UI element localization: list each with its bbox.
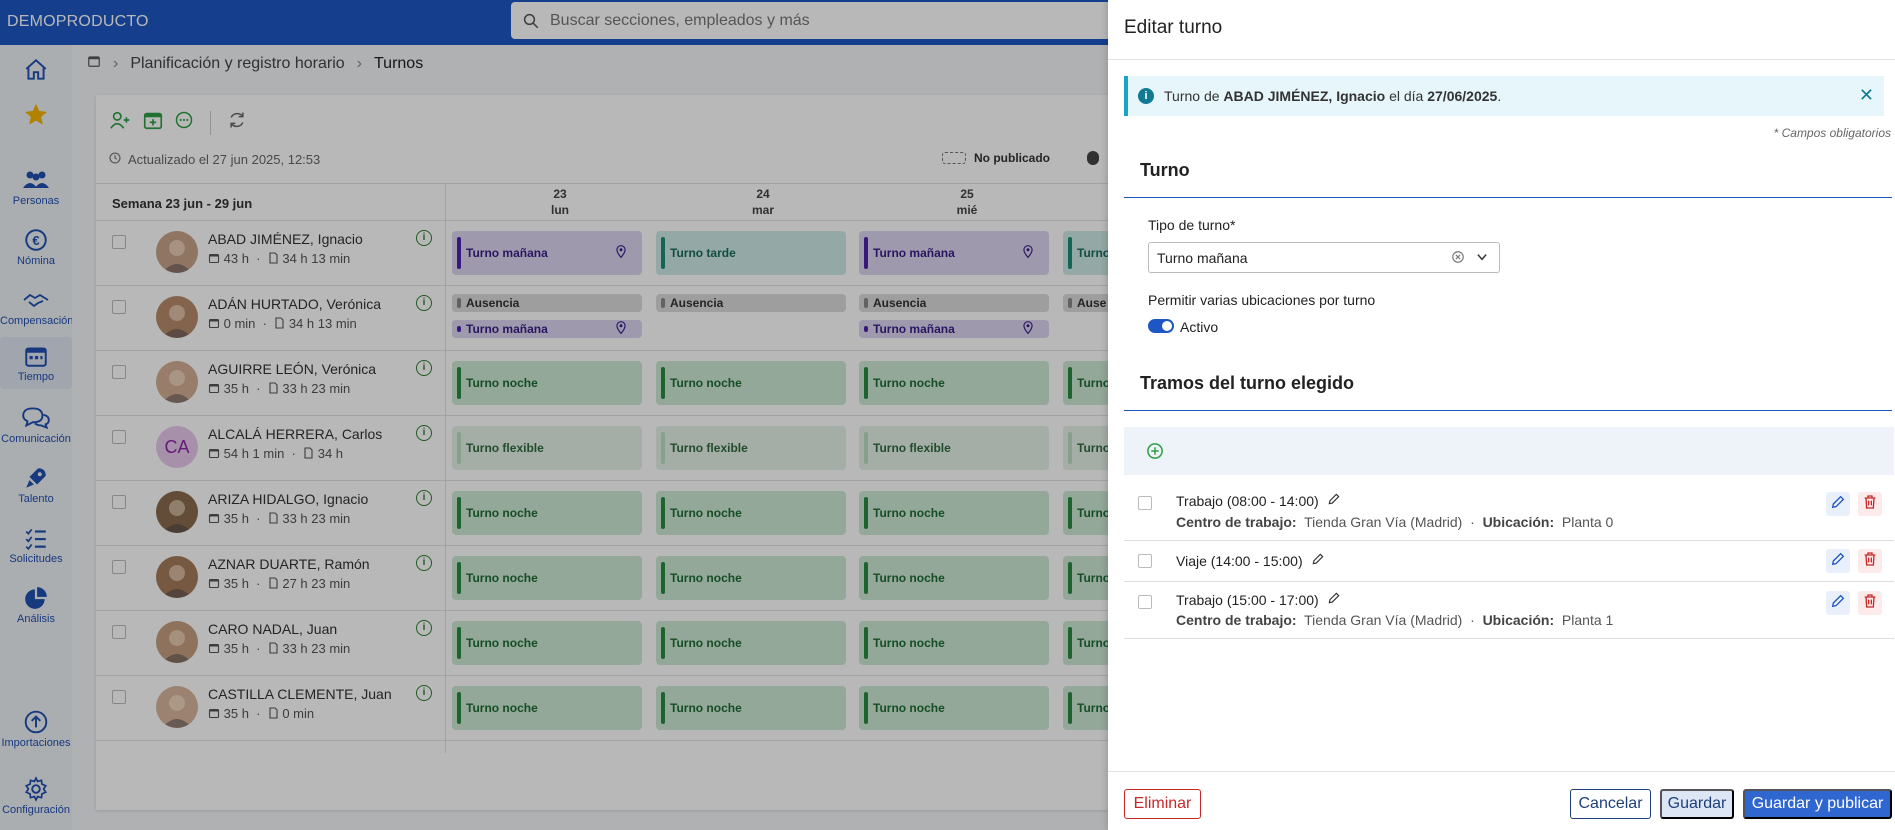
add-segment-bar [1124, 427, 1894, 475]
trash-icon [1862, 494, 1878, 515]
edit-segment-button[interactable] [1826, 492, 1850, 516]
drawer-title: Editar turno [1124, 17, 1223, 38]
save-button[interactable]: Guardar [1660, 789, 1734, 819]
segment-checkbox[interactable] [1138, 595, 1152, 609]
info-alert: i Turno de ABAD JIMÉNEZ, Ignacio el día … [1124, 76, 1884, 116]
required-note: * Campos obligatorios [1773, 126, 1891, 140]
segment-row: Trabajo (15:00 - 17:00) Centro de trabaj… [1124, 582, 1894, 639]
add-segment-icon[interactable] [1146, 442, 1164, 465]
shift-type-value: Turno mañana [1157, 249, 1248, 266]
pencil-icon[interactable] [1311, 552, 1325, 569]
delete-segment-button[interactable] [1858, 492, 1882, 516]
pencil-icon[interactable] [1327, 591, 1341, 608]
segment-title: Trabajo (15:00 - 17:00) [1176, 591, 1341, 608]
delete-button[interactable]: Eliminar [1124, 789, 1201, 819]
delete-segment-button[interactable] [1858, 591, 1882, 615]
chevron-down-icon[interactable] [1475, 250, 1489, 267]
trash-icon [1862, 593, 1878, 614]
cancel-button[interactable]: Cancelar [1570, 789, 1651, 819]
divider [1108, 771, 1895, 772]
divider [1108, 59, 1895, 60]
trash-icon [1862, 551, 1878, 572]
delete-segment-button[interactable] [1858, 549, 1882, 573]
section-divider [1124, 410, 1892, 411]
multi-location-label: Permitir varias ubicaciones por turno [1148, 292, 1376, 308]
modal-overlay[interactable] [0, 0, 1108, 830]
segment-row: Trabajo (08:00 - 14:00) Centro de trabaj… [1124, 476, 1894, 541]
shift-type-select[interactable]: Turno mañana [1148, 242, 1500, 273]
segment-title: Viaje (14:00 - 15:00) [1176, 552, 1325, 569]
info-icon: i [1138, 88, 1154, 104]
edit-segment-button[interactable] [1826, 591, 1850, 615]
segment-row: Viaje (14:00 - 15:00) [1124, 541, 1894, 582]
section-divider [1124, 197, 1892, 198]
clear-icon[interactable] [1451, 250, 1465, 267]
close-icon[interactable]: ✕ [1859, 86, 1874, 104]
segment-details: Centro de trabajo: Tienda Gran Vía (Madr… [1176, 514, 1614, 530]
multi-location-toggle[interactable] [1148, 319, 1174, 333]
edit-segment-button[interactable] [1826, 549, 1850, 573]
toggle-state: Activo [1180, 319, 1219, 335]
pencil-icon [1830, 494, 1846, 515]
alert-text: Turno de ABAD JIMÉNEZ, Ignacio el día 27… [1164, 88, 1502, 104]
segment-title: Trabajo (08:00 - 14:00) [1176, 492, 1341, 509]
pencil-icon[interactable] [1327, 492, 1341, 509]
shift-type-label: Tipo de turno* [1148, 217, 1236, 233]
pencil-icon [1830, 551, 1846, 572]
pencil-icon [1830, 593, 1846, 614]
segment-checkbox[interactable] [1138, 554, 1152, 568]
section-title-segments: Tramos del turno elegido [1140, 373, 1355, 393]
segment-details: Centro de trabajo: Tienda Gran Vía (Madr… [1176, 612, 1614, 628]
edit-shift-drawer: Editar turno i Turno de ABAD JIMÉNEZ, Ig… [1108, 0, 1895, 830]
segment-checkbox[interactable] [1138, 496, 1152, 510]
save-and-publish-button[interactable]: Guardar y publicar [1743, 789, 1892, 819]
section-title-shift: Turno [1140, 160, 1190, 180]
